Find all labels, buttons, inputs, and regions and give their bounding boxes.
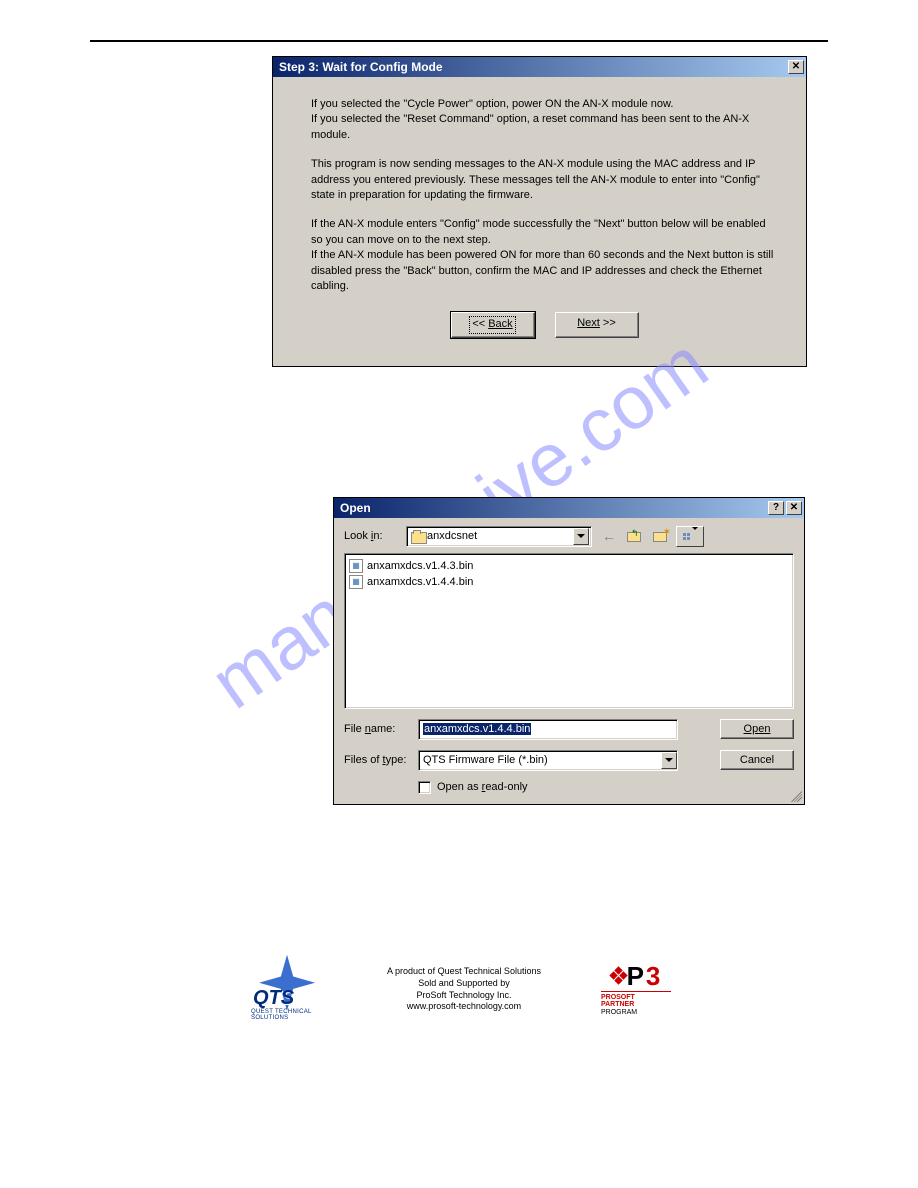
back-label: Back: [488, 318, 512, 330]
p3-logo: P3 PROSOFT PARTNER PROGRAM: [601, 963, 671, 1017]
cancel-button[interactable]: Cancel: [720, 750, 794, 770]
wizard-titlebar[interactable]: Step 3: Wait for Config Mode ✕: [273, 57, 806, 77]
open-button-label: Open: [744, 723, 771, 735]
next-suffix: >>: [600, 317, 616, 329]
document-page: manualshive.com Step 3: Wait for Config …: [0, 0, 918, 1055]
p3-3: 3: [646, 963, 660, 989]
wizard-text-2: This program is now sending messages to …: [311, 157, 778, 203]
open-body: Look in: anxdcsnet ← ↰ ✶: [334, 518, 804, 804]
readonly-label: Open as read-only: [437, 781, 528, 793]
file-icon: ▦: [349, 575, 363, 589]
p3-bar: PROSOFT PARTNER PROGRAM: [601, 991, 671, 1017]
resize-grip-icon[interactable]: [788, 788, 802, 802]
file-label: anxamxdcs.v1.4.3.bin: [367, 560, 473, 572]
back-button[interactable]: << Back: [451, 312, 535, 337]
lookin-row: Look in: anxdcsnet ← ↰ ✶: [344, 526, 794, 547]
footer-text: A product of Quest Technical Solutions S…: [387, 966, 541, 1013]
file-list[interactable]: ▦ anxamxdcs.v1.4.3.bin ▦ anxamxdcs.v1.4.…: [344, 553, 794, 709]
wizard-text-1: If you selected the "Cycle Power" option…: [311, 97, 778, 143]
lookin-value: anxdcsnet: [427, 530, 573, 542]
open-title: Open: [340, 501, 371, 515]
lookin-combo[interactable]: anxdcsnet: [406, 526, 592, 547]
chevron-down-icon[interactable]: [573, 528, 589, 545]
cancel-button-label: Cancel: [740, 754, 774, 766]
readonly-checkbox[interactable]: [418, 781, 431, 794]
list-item[interactable]: ▦ anxamxdcs.v1.4.3.bin: [349, 558, 789, 574]
open-titlebar[interactable]: Open ? ✕: [334, 498, 804, 518]
open-dialog: Open ? ✕ Look in: anxdcsnet ← ↰ ✶: [333, 497, 805, 805]
filename-row: File name: anxamxdcs.v1.4.4.bin Open: [344, 719, 794, 740]
filetype-value: QTS Firmware File (*.bin): [423, 754, 661, 766]
header-rule: [90, 40, 828, 42]
p3-line3: PROGRAM: [601, 1009, 671, 1017]
page-footer: QTS QUEST TECHNICAL SOLUTIONS A product …: [90, 955, 828, 1025]
filename-input[interactable]: anxamxdcs.v1.4.4.bin: [418, 719, 678, 740]
p3-line2: PARTNER: [601, 1001, 671, 1009]
filename-value: anxamxdcs.v1.4.4.bin: [423, 723, 531, 735]
help-icon[interactable]: ?: [768, 501, 784, 515]
footer-line4: www.prosoft-technology.com: [387, 1001, 541, 1013]
filetype-row: Files of type: QTS Firmware File (*.bin)…: [344, 750, 794, 771]
filetype-label: Files of type:: [344, 754, 418, 766]
wizard-body: If you selected the "Cycle Power" option…: [273, 77, 806, 366]
back-prefix: <<: [472, 318, 488, 330]
file-icon: ▦: [349, 559, 363, 573]
list-item[interactable]: ▦ anxamxdcs.v1.4.4.bin: [349, 574, 789, 590]
qts-logo: QTS QUEST TECHNICAL SOLUTIONS: [247, 955, 327, 1025]
wizard-title: Step 3: Wait for Config Mode: [279, 60, 443, 74]
qts-logo-text: QTS: [253, 987, 294, 1010]
views-grid-icon: [683, 533, 690, 540]
footer-line1: A product of Quest Technical Solutions: [387, 966, 541, 978]
arrow-left-icon: ←: [602, 528, 616, 544]
up-folder-icon: ↰: [627, 529, 643, 543]
chevron-down-icon[interactable]: [661, 752, 677, 769]
new-folder-button[interactable]: ✶: [650, 526, 672, 547]
qts-logo-sub: QUEST TECHNICAL SOLUTIONS: [251, 1009, 327, 1021]
next-button[interactable]: Next >>: [555, 312, 639, 337]
new-folder-icon: ✶: [653, 529, 669, 543]
footer-line3: ProSoft Technology Inc.: [387, 990, 541, 1002]
p3-line1: PROSOFT: [601, 994, 671, 1002]
chevron-down-icon: [692, 530, 698, 542]
readonly-row: Open as read-only: [418, 781, 794, 794]
filename-label: File name:: [344, 723, 418, 735]
file-label: anxamxdcs.v1.4.4.bin: [367, 576, 473, 588]
close-icon[interactable]: ✕: [788, 60, 804, 74]
folder-open-icon: [411, 530, 427, 543]
views-button[interactable]: [676, 526, 704, 547]
up-folder-button[interactable]: ↰: [624, 526, 646, 547]
diamond-icon: [609, 966, 627, 984]
wizard-button-row: << Back Next >>: [311, 308, 778, 347]
back-nav-button[interactable]: ←: [598, 526, 620, 547]
wizard-dialog: Step 3: Wait for Config Mode ✕ If you se…: [272, 56, 807, 367]
toolbar-icons: ← ↰ ✶: [598, 526, 704, 547]
next-label: Next: [577, 317, 600, 329]
p3-p: P: [627, 963, 644, 989]
lookin-label: Look in:: [344, 530, 400, 542]
open-button[interactable]: Open: [720, 719, 794, 739]
close-icon[interactable]: ✕: [786, 501, 802, 515]
filetype-combo[interactable]: QTS Firmware File (*.bin): [418, 750, 678, 771]
wizard-text-3: If the AN-X module enters "Config" mode …: [311, 217, 778, 294]
footer-line2: Sold and Supported by: [387, 978, 541, 990]
